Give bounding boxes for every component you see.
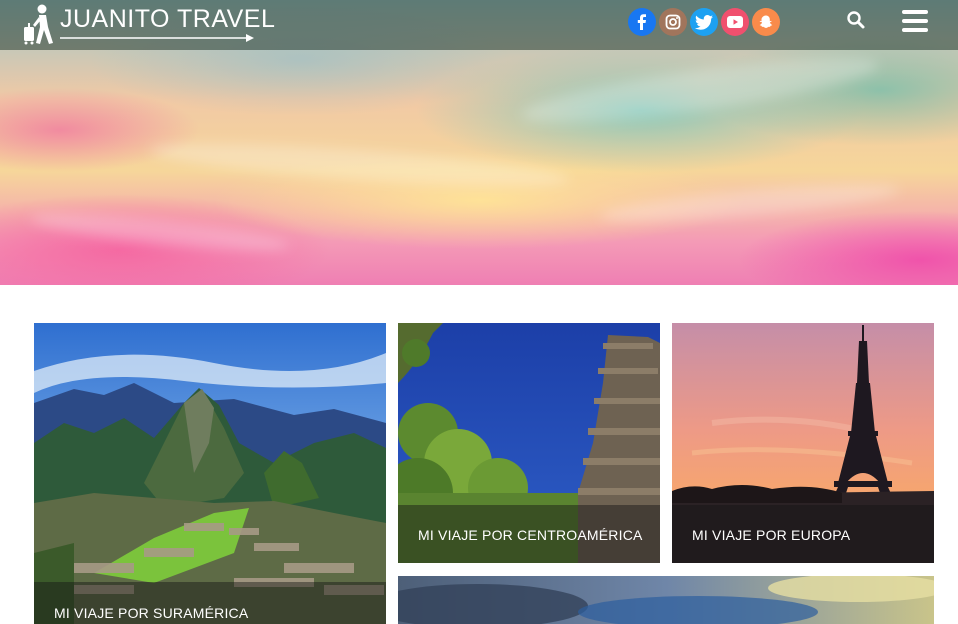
site-header: JUANITO TRAVEL — [0, 0, 958, 50]
twitter-icon[interactable] — [690, 8, 718, 36]
card-centroamerica[interactable]: MI VIAJE POR CENTROAMÉRICA — [398, 323, 660, 563]
card-title-europa: MI VIAJE POR EUROPA — [692, 527, 851, 543]
traveler-logo-icon — [24, 4, 53, 45]
logo-text: JUANITO TRAVEL — [60, 5, 276, 33]
logo-arrow-icon — [60, 34, 254, 42]
card-next-destination[interactable] — [398, 576, 934, 624]
site-logo[interactable]: JUANITO TRAVEL — [22, 3, 275, 45]
hamburger-menu-icon[interactable] — [902, 10, 928, 34]
youtube-icon[interactable] — [721, 8, 749, 36]
card-title-centroamerica: MI VIAJE POR CENTROAMÉRICA — [418, 527, 643, 543]
card-suramerica[interactable]: MI VIAJE POR SURAMÉRICA — [34, 323, 386, 624]
machu-picchu-image — [34, 323, 386, 624]
facebook-icon[interactable] — [628, 8, 656, 36]
search-icon[interactable] — [846, 10, 866, 30]
instagram-icon[interactable] — [659, 8, 687, 36]
cloudy-sky-image — [398, 576, 934, 624]
card-title-suramerica: MI VIAJE POR SURAMÉRICA — [54, 605, 249, 621]
card-europa[interactable]: MI VIAJE POR EUROPA — [672, 323, 934, 563]
snapchat-icon[interactable] — [752, 8, 780, 36]
